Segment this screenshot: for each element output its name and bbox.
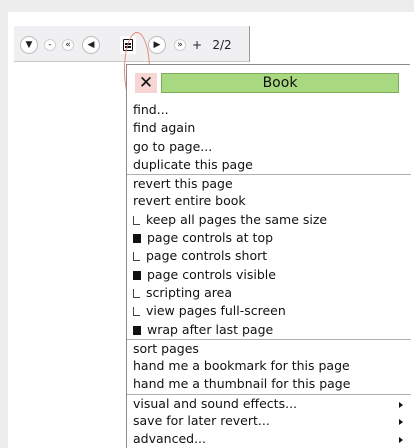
previous-page-button[interactable]: ◀ bbox=[82, 36, 100, 54]
submenu-arrow-icon bbox=[399, 419, 403, 426]
menu-header: ✕ Book bbox=[127, 65, 411, 101]
menu-title: Book bbox=[161, 73, 399, 93]
menu-item-label: keep all pages the same size bbox=[146, 211, 328, 227]
book-menu: ✕ Book find... find again go to page... dup… bbox=[126, 64, 411, 448]
submenu-arrow-icon bbox=[399, 401, 403, 408]
menu-item-label: find... bbox=[133, 102, 169, 117]
add-page-button[interactable]: + bbox=[192, 36, 202, 54]
minus-icon: - bbox=[48, 40, 52, 50]
menu-item[interactable]: view pages full-screen bbox=[127, 302, 411, 320]
forward-fast-button[interactable]: » bbox=[174, 39, 186, 51]
menu-item[interactable]: visual and sound effects... bbox=[127, 393, 411, 412]
back-fast-button[interactable]: « bbox=[62, 39, 74, 51]
menu-item-label: hand me a bookmark for this page bbox=[133, 358, 350, 374]
menu-item[interactable]: page controls short bbox=[127, 247, 411, 265]
menu-item[interactable]: hand me a thumbnail for this page bbox=[127, 375, 411, 393]
arrow-right-icon: ▶ bbox=[153, 40, 161, 50]
menu-item[interactable]: duplicate this page bbox=[127, 156, 411, 174]
menu-item[interactable]: go to page... bbox=[127, 138, 411, 156]
menu-item-label: hand me a thumbnail for this page bbox=[133, 376, 351, 392]
submenu-arrow-icon bbox=[399, 437, 403, 444]
checkbox-unchecked-icon[interactable] bbox=[133, 307, 140, 317]
menu-item-label: wrap after last page bbox=[147, 321, 274, 337]
plus-icon: + bbox=[191, 38, 203, 52]
menu-item[interactable]: page controls visible bbox=[127, 266, 411, 284]
checkbox-checked-icon[interactable] bbox=[133, 270, 141, 280]
checkbox-checked-icon[interactable] bbox=[133, 325, 141, 335]
menu-item-label: revert this page bbox=[133, 176, 233, 192]
menu-item-label: save for later revert... bbox=[133, 413, 270, 429]
book-icon bbox=[123, 39, 133, 51]
menu-item-label: sort pages bbox=[133, 340, 199, 356]
first-page-button[interactable]: - bbox=[44, 39, 56, 51]
menu-item[interactable]: hand me a bookmark for this page bbox=[127, 357, 411, 375]
menu-item[interactable]: sort pages bbox=[127, 338, 411, 357]
close-menu-button[interactable]: ✕ bbox=[135, 73, 157, 93]
triangle-down-icon: ▼ bbox=[25, 40, 33, 50]
menu-list: find... find again go to page... duplicate … bbox=[127, 101, 411, 448]
next-page-button[interactable]: ▶ bbox=[148, 36, 166, 54]
menu-item-label: scripting area bbox=[146, 284, 233, 300]
menu-item-label: page controls short bbox=[146, 248, 268, 264]
arrow-left-icon: ◀ bbox=[87, 40, 95, 50]
menu-item-label: page controls visible bbox=[147, 266, 276, 282]
book-page-controls: ▼ - « ◀ ▶ » + 2/2 bbox=[14, 26, 250, 108]
menu-item[interactable]: find again bbox=[127, 119, 411, 137]
menu-item[interactable]: scripting area bbox=[127, 284, 411, 302]
menu-down-button[interactable]: ▼ bbox=[20, 36, 38, 54]
checkbox-unchecked-icon[interactable] bbox=[133, 288, 140, 298]
menu-item-label: visual and sound effects... bbox=[133, 395, 298, 411]
menu-item[interactable]: keep all pages the same size bbox=[127, 211, 411, 229]
menu-item[interactable]: find... bbox=[127, 101, 411, 119]
checkbox-checked-icon[interactable] bbox=[133, 234, 141, 244]
double-left-icon: « bbox=[65, 40, 71, 50]
checkbox-unchecked-icon[interactable] bbox=[133, 252, 140, 262]
menu-item[interactable]: advanced... bbox=[127, 430, 411, 448]
page-indicator: 2/2 bbox=[212, 38, 232, 52]
double-right-icon: » bbox=[177, 40, 183, 50]
page-edge-left bbox=[0, 0, 8, 448]
menu-item-label: find again bbox=[133, 120, 196, 136]
menu-item-label: revert entire book bbox=[133, 193, 246, 209]
menu-item[interactable]: revert entire book bbox=[127, 192, 411, 210]
close-icon: ✕ bbox=[138, 72, 154, 93]
menu-item[interactable]: save for later revert... bbox=[127, 412, 411, 430]
checkbox-unchecked-icon[interactable] bbox=[133, 215, 140, 225]
menu-item[interactable]: revert this page bbox=[127, 174, 411, 192]
menu-item-label: go to page... bbox=[133, 138, 213, 154]
page-edge-top bbox=[0, 0, 414, 12]
book-menu-button[interactable] bbox=[120, 36, 136, 54]
menu-item[interactable]: wrap after last page bbox=[127, 321, 411, 339]
menu-item-label: page controls at top bbox=[147, 230, 274, 246]
menu-item[interactable]: page controls at top bbox=[127, 229, 411, 247]
menu-item-label: duplicate this page bbox=[133, 156, 253, 172]
menu-item-label: advanced... bbox=[133, 431, 206, 447]
menu-item-label: view pages full-screen bbox=[146, 303, 286, 319]
